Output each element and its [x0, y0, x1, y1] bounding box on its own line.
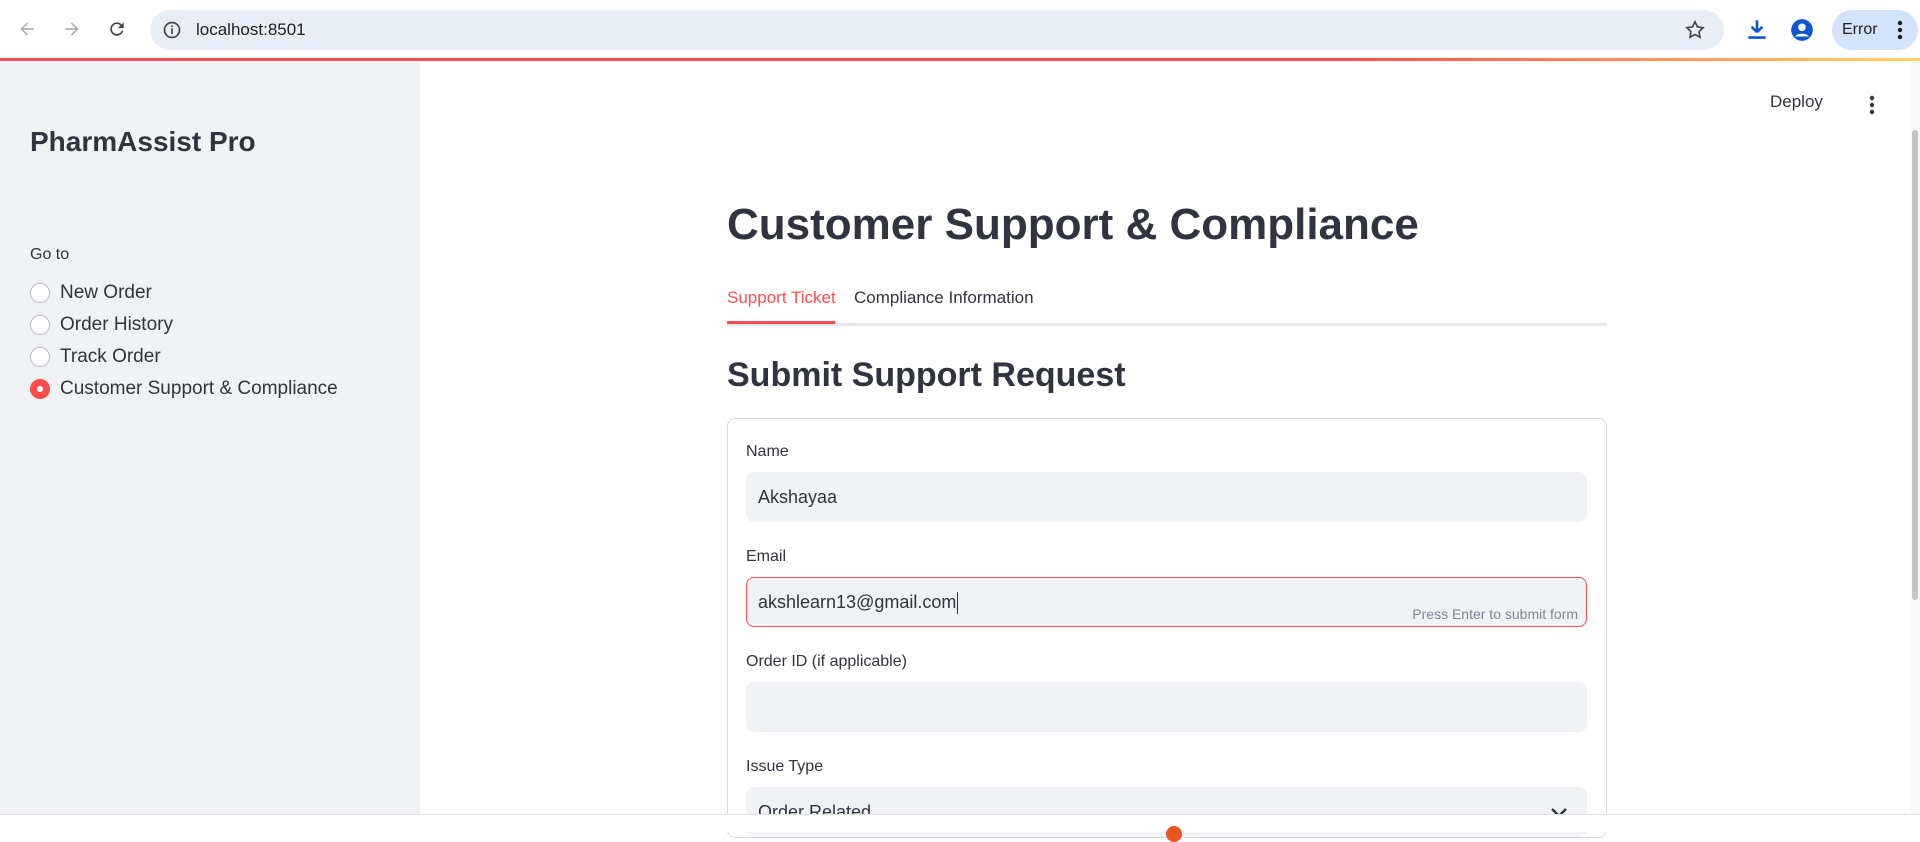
site-info-icon[interactable] — [162, 20, 182, 40]
back-button[interactable] — [12, 14, 42, 44]
text-caret — [957, 592, 959, 615]
bottom-status-strip — [0, 814, 1920, 832]
more-vert-icon — [1897, 20, 1903, 40]
email-value: akshlearn13@gmail.com — [758, 592, 957, 612]
tab-support-ticket[interactable]: Support Ticket — [727, 288, 836, 308]
section-title: Submit Support Request — [727, 356, 1126, 394]
download-icon[interactable] — [1744, 17, 1770, 43]
email-value-wrap: akshlearn13@gmail.com — [758, 592, 959, 615]
deploy-button[interactable]: Deploy — [1770, 92, 1823, 112]
order-id-field[interactable] — [746, 682, 1587, 732]
sidebar-item-label: Order History — [60, 314, 173, 335]
sidebar-item-track-order[interactable]: Track Order — [30, 343, 161, 371]
record-indicator-icon — [1166, 826, 1182, 842]
sidebar-item-label: New Order — [60, 282, 152, 303]
profile-icon[interactable] — [1789, 17, 1815, 43]
browser-error-button[interactable]: Error — [1832, 10, 1918, 50]
sidebar-item-new-order[interactable]: New Order — [30, 279, 152, 307]
reload-icon — [110, 22, 124, 36]
sidebar-item-label: Track Order — [60, 346, 161, 367]
sidebar — [0, 61, 420, 814]
radio-unselected-icon — [30, 315, 50, 335]
tab-compliance-information[interactable]: Compliance Information — [854, 288, 1034, 308]
radio-unselected-icon — [30, 283, 50, 303]
address-bar[interactable]: localhost:8501 — [150, 10, 1724, 50]
url-text: localhost:8501 — [196, 20, 306, 39]
sidebar-item-customer-support[interactable]: Customer Support & Compliance — [30, 375, 338, 403]
radio-selected-icon — [30, 379, 50, 399]
email-field[interactable]: akshlearn13@gmail.com Press Enter to sub… — [746, 577, 1587, 627]
browser-toolbar: localhost:8501 Error — [0, 0, 1920, 60]
name-label: Name — [746, 443, 789, 460]
tab-bar: Support Ticket Compliance Information — [727, 286, 1607, 326]
bookmark-star-icon[interactable] — [1684, 19, 1706, 41]
nav-radio-label: Go to — [30, 246, 70, 263]
active-tab-indicator — [727, 321, 835, 324]
order-id-label: Order ID (if applicable) — [746, 653, 907, 670]
forward-button[interactable] — [57, 14, 87, 44]
app-title: PharmAssist Pro — [30, 126, 256, 157]
scrollbar-thumb[interactable] — [1912, 130, 1918, 600]
sidebar-item-label: Customer Support & Compliance — [60, 378, 338, 399]
page-title: Customer Support & Compliance — [727, 200, 1419, 249]
main-menu-icon[interactable] — [1862, 94, 1882, 116]
reload-button[interactable] — [102, 14, 132, 44]
arrow-left-icon — [20, 22, 34, 36]
name-value: Akshayaa — [758, 487, 838, 507]
issue-type-label: Issue Type — [746, 758, 824, 775]
submit-hint: Press Enter to submit form — [1412, 606, 1578, 622]
sidebar-item-order-history[interactable]: Order History — [30, 311, 173, 339]
email-label: Email — [746, 548, 787, 565]
error-label: Error — [1842, 21, 1878, 38]
radio-unselected-icon — [30, 347, 50, 367]
arrow-right-icon — [65, 22, 79, 36]
name-field[interactable]: Akshayaa — [746, 472, 1587, 522]
